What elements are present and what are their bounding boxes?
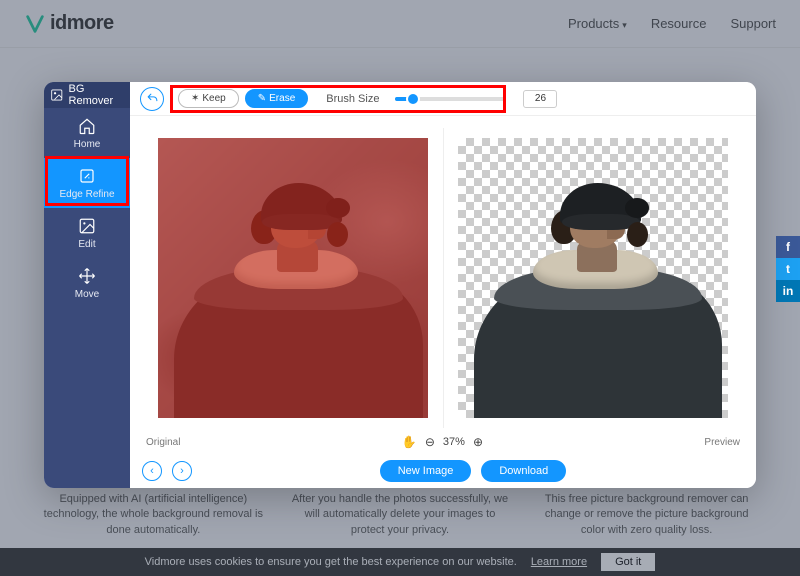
edge-refine-icon — [78, 167, 96, 185]
app-sidebar: BG Remover Home Edge Refine Edit Move — [44, 82, 130, 488]
download-button[interactable]: Download — [481, 460, 566, 482]
canvas-footer: Original ✋ ⊖ 37% ⊕ Preview — [130, 430, 756, 454]
brush-size-label: Brush Size — [326, 93, 379, 105]
app-main: ✶Keep ✎Erase Brush Size 26 — [130, 82, 756, 488]
zoom-value: 37% — [443, 436, 465, 448]
preview-image[interactable] — [458, 138, 728, 418]
zoom-in-button[interactable]: ⊕ — [473, 435, 483, 449]
sidebar-item-move[interactable]: Move — [44, 258, 130, 308]
undo-icon — [146, 92, 159, 105]
canvas-row — [130, 116, 756, 430]
linkedin-icon[interactable]: in — [776, 280, 800, 302]
sidebar-item-edge-refine[interactable]: Edge Refine — [44, 158, 130, 208]
keep-icon: ✶ — [191, 93, 199, 104]
sidebar-item-edit[interactable]: Edit — [44, 208, 130, 258]
move-icon — [78, 267, 96, 285]
zoom-out-button[interactable]: ⊖ — [425, 435, 435, 449]
erase-icon: ✎ — [258, 93, 266, 104]
social-rail: f t in — [776, 236, 800, 302]
facebook-icon[interactable]: f — [776, 236, 800, 258]
sidebar-item-home[interactable]: Home — [44, 108, 130, 158]
action-bar: ‹ › New Image Download — [130, 454, 756, 488]
home-icon — [78, 117, 96, 135]
zoom-controls: ✋ ⊖ 37% ⊕ — [402, 435, 483, 449]
edge-toolbar: ✶Keep ✎Erase Brush Size 26 — [130, 82, 756, 116]
prev-image-button[interactable]: ‹ — [142, 461, 162, 481]
mode-toggle: ✶Keep ✎Erase — [178, 89, 308, 108]
image-icon — [50, 88, 64, 102]
undo-button[interactable] — [140, 87, 164, 111]
twitter-icon[interactable]: t — [776, 258, 800, 280]
preview-label: Preview — [704, 437, 740, 448]
original-panel[interactable] — [144, 128, 443, 428]
erase-mask-overlay — [158, 138, 428, 418]
brush-size-value[interactable]: 26 — [523, 90, 557, 108]
preview-panel[interactable] — [443, 128, 743, 428]
hand-tool-icon[interactable]: ✋ — [402, 435, 417, 449]
app-title: BG Remover — [44, 82, 130, 108]
slider-thumb[interactable] — [408, 94, 418, 104]
edit-icon — [78, 217, 96, 235]
original-label: Original — [146, 437, 180, 448]
erase-button[interactable]: ✎Erase — [245, 89, 309, 108]
keep-button[interactable]: ✶Keep — [178, 89, 239, 108]
new-image-button[interactable]: New Image — [380, 460, 472, 482]
original-image[interactable] — [158, 138, 428, 418]
next-image-button[interactable]: › — [172, 461, 192, 481]
brush-size-slider[interactable] — [395, 97, 505, 101]
bg-remover-app: BG Remover Home Edge Refine Edit Move — [44, 82, 756, 488]
